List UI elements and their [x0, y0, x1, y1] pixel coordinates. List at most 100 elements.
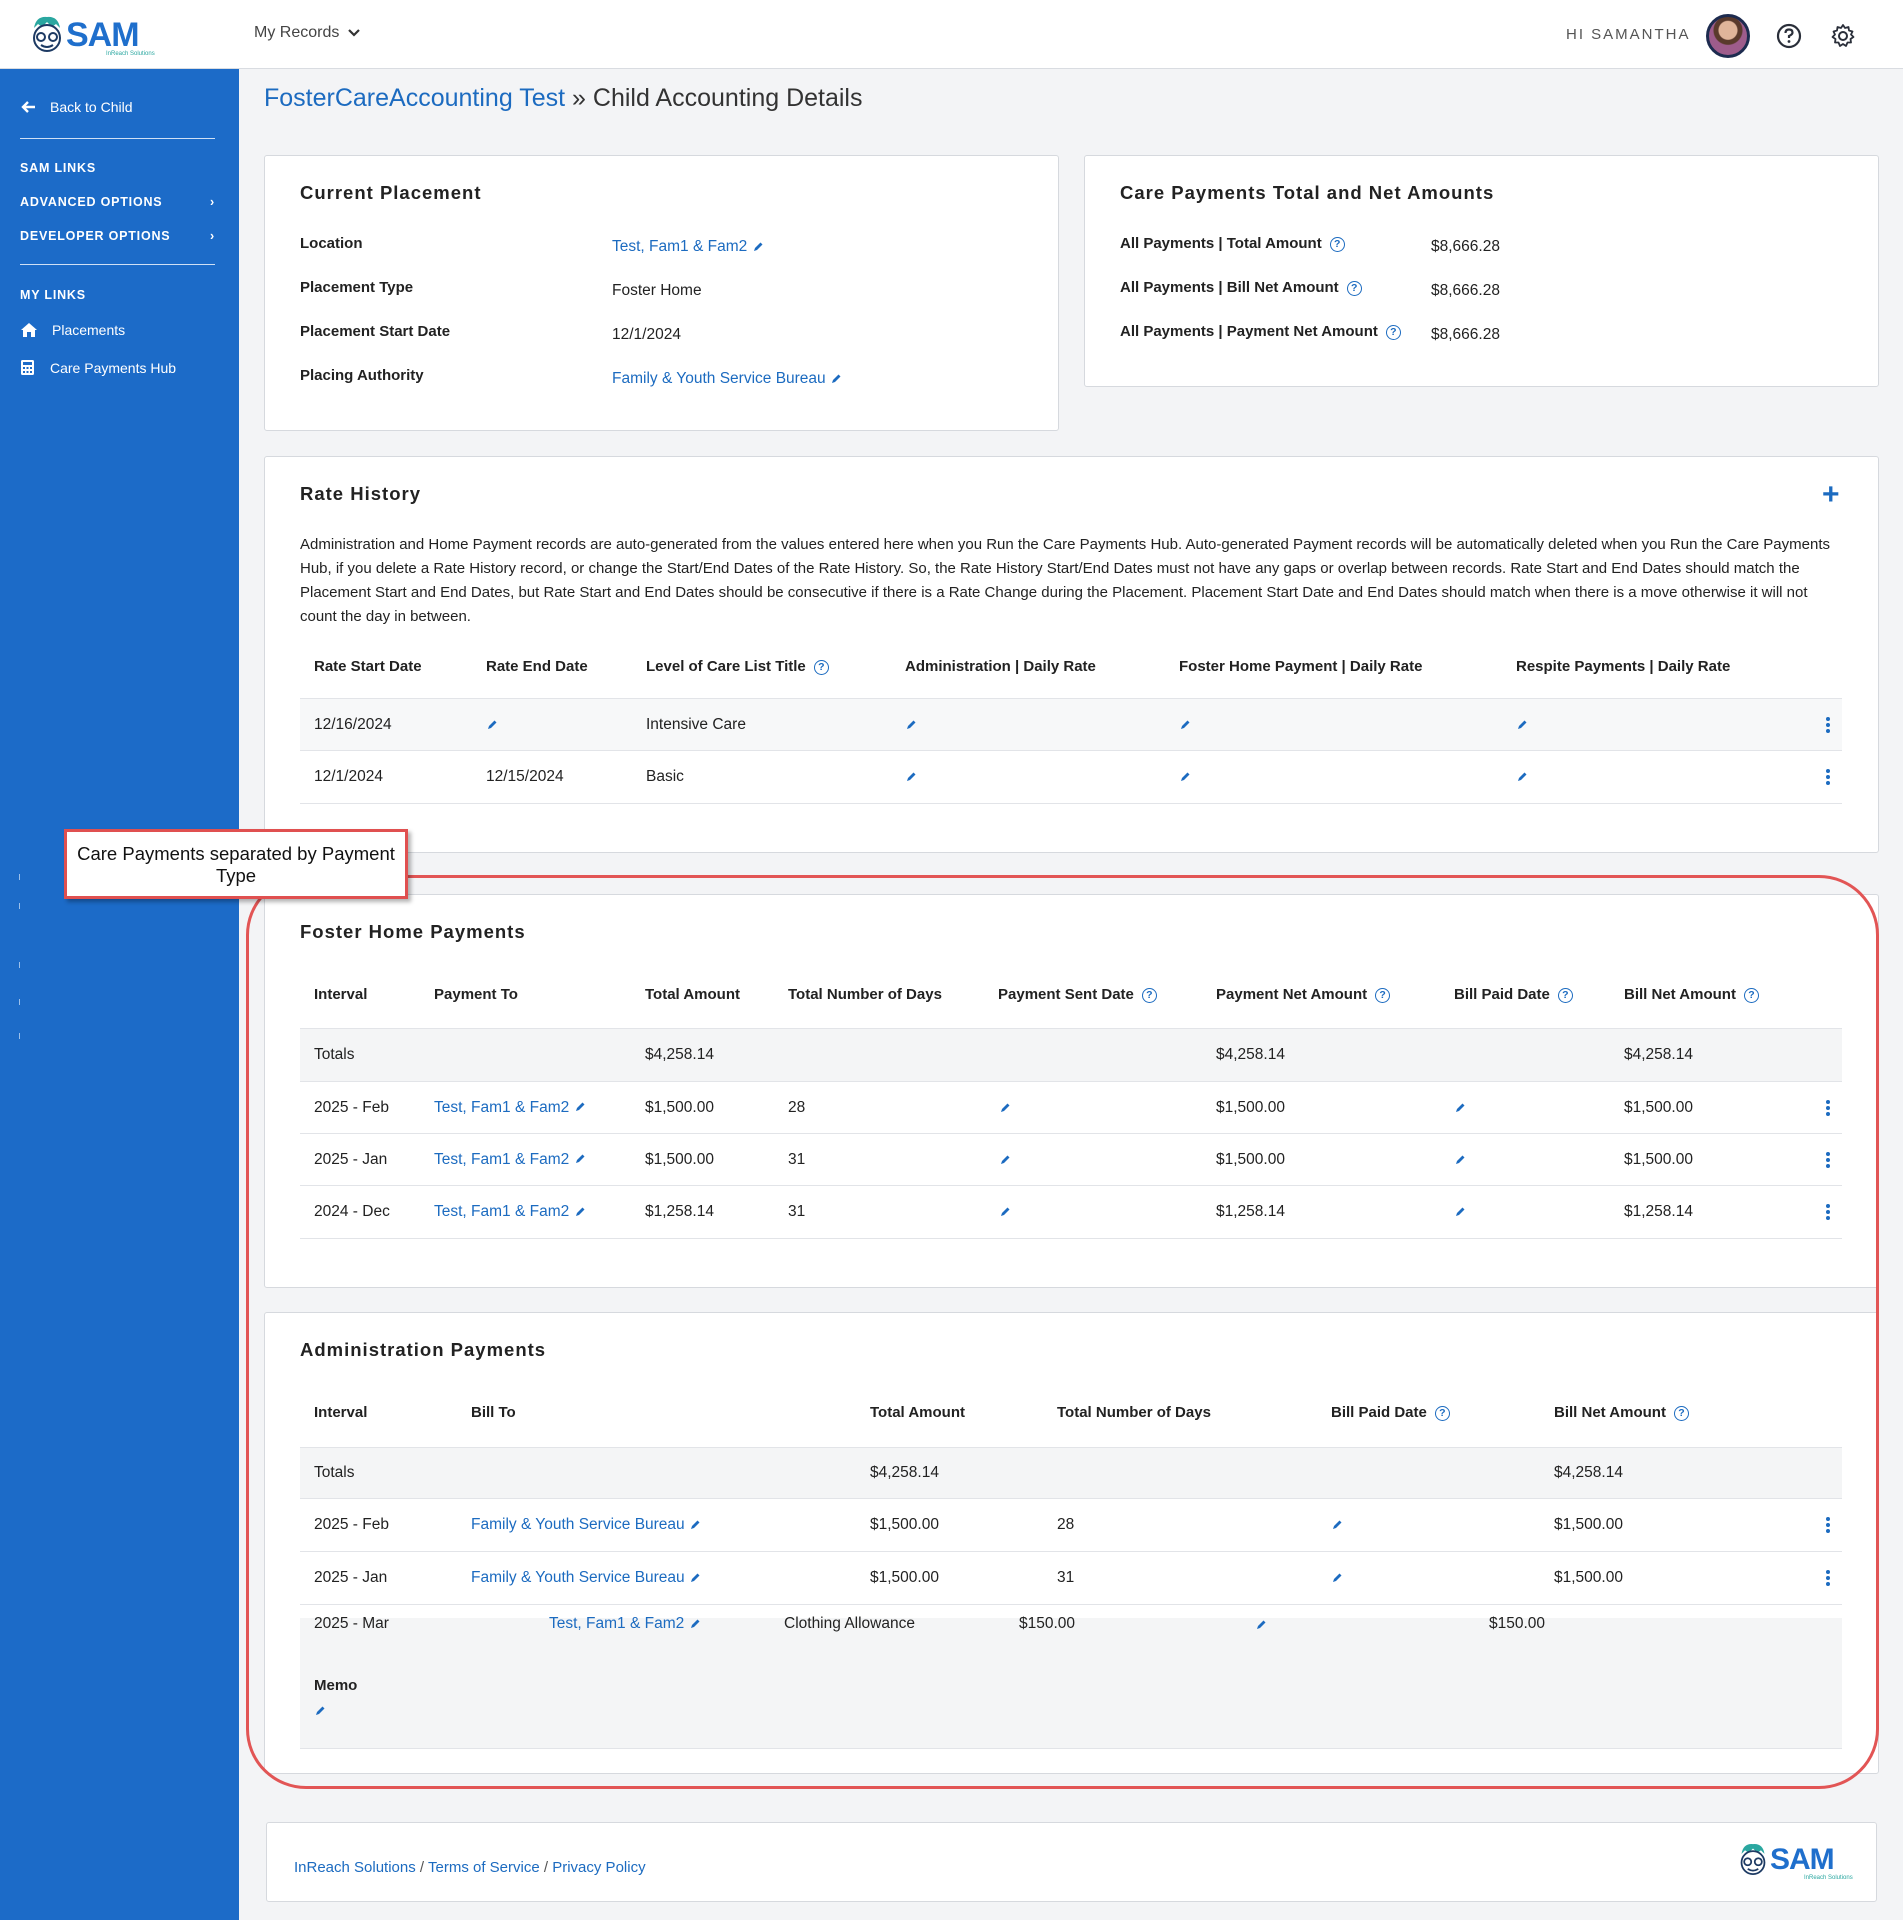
help-icon[interactable]: ?	[1743, 987, 1759, 1003]
back-to-child-link[interactable]: Back to Child	[20, 99, 132, 115]
pencil-icon[interactable]	[1179, 719, 1191, 731]
bill-net-amount-label: All Payments | Bill Net Amount?	[1120, 279, 1362, 296]
footer-links: InReach Solutions / Terms of Service / P…	[294, 1859, 646, 1876]
level-of-care: Intensive Care	[646, 715, 746, 733]
column-header: Total Number of Days	[788, 986, 942, 1003]
developer-options-toggle[interactable]: DEVELOPER OPTIONS ›	[20, 229, 215, 243]
location-link[interactable]: Test, Fam1 & Fam2	[612, 238, 747, 255]
help-icon[interactable]: ?	[1673, 1405, 1689, 1421]
table-row: 2025 - Jan Family & Youth Service Bureau…	[300, 1552, 1842, 1605]
sidebar-item-label: Placements	[52, 322, 126, 338]
pencil-icon[interactable]	[1454, 1206, 1466, 1218]
help-icon[interactable]: ?	[1375, 987, 1391, 1003]
help-icon[interactable]: ?	[1329, 236, 1345, 252]
pencil-icon[interactable]	[1331, 1572, 1343, 1584]
bill-net-amount-value: $8,666.28	[1431, 282, 1500, 299]
total-amount: $1,500.00	[870, 1569, 939, 1586]
pencil-icon[interactable]	[314, 1705, 326, 1717]
sam-logo[interactable]: SAM InReach Solutions	[30, 14, 155, 57]
bill-to: Family & Youth Service Bureau	[471, 1516, 701, 1534]
location-label: Location	[300, 235, 363, 252]
breadcrumb: FosterCareAccounting Test » Child Accoun…	[264, 84, 862, 113]
interval: 2025 - Mar	[314, 1615, 389, 1632]
placing-authority-link[interactable]: Family & Youth Service Bureau	[612, 370, 826, 387]
bill-to-link[interactable]: Test, Fam1 & Fam2	[549, 1615, 684, 1632]
bill-to-link[interactable]: Family & Youth Service Bureau	[471, 1569, 685, 1586]
payment-to-link[interactable]: Test, Fam1 & Fam2	[434, 1203, 569, 1220]
pencil-icon[interactable]	[689, 1572, 701, 1584]
table-row: 2025 - Feb Test, Fam1 & Fam2 $1,500.00 2…	[300, 1082, 1842, 1134]
pencil-icon[interactable]	[905, 771, 917, 783]
bill-to: Test, Fam1 & Fam2	[549, 1615, 701, 1633]
footer-logo: SAM InReach Solutions	[1738, 1841, 1853, 1881]
pencil-icon[interactable]	[689, 1519, 701, 1531]
total-amount: $1,500.00	[645, 1150, 714, 1168]
pencil-icon[interactable]	[574, 1153, 586, 1165]
pencil-icon[interactable]	[1179, 771, 1191, 783]
pencil-icon[interactable]	[689, 1618, 701, 1630]
gear-icon[interactable]	[1830, 23, 1856, 49]
column-header: Payment To	[434, 986, 518, 1003]
payment-to: Test, Fam1 & Fam2	[434, 1099, 586, 1117]
column-header: Bill To	[471, 1404, 516, 1421]
bill-net-amount: $1,258.14	[1624, 1203, 1693, 1220]
total-amount-value: $8,666.28	[1431, 238, 1500, 255]
kebab-menu-icon[interactable]	[1826, 1204, 1830, 1220]
placement-start-date-value: 12/1/2024	[612, 326, 681, 343]
pencil-icon[interactable]	[1516, 719, 1528, 731]
total-amount: $4,258.14	[870, 1464, 939, 1481]
kebab-menu-icon[interactable]	[1826, 1570, 1830, 1586]
pencil-icon[interactable]	[999, 1102, 1011, 1114]
bill-net-amount: $1,500.00	[1624, 1098, 1693, 1116]
advanced-options-toggle[interactable]: ADVANCED OPTIONS ›	[20, 195, 215, 209]
help-icon[interactable]: ?	[813, 659, 829, 675]
help-icon[interactable]: ?	[1141, 987, 1157, 1003]
pencil-icon[interactable]	[999, 1206, 1011, 1218]
pencil-icon[interactable]	[1454, 1154, 1466, 1166]
pencil-icon[interactable]	[574, 1101, 586, 1113]
avatar[interactable]	[1706, 14, 1750, 58]
breadcrumb-parent-link[interactable]: FosterCareAccounting Test	[264, 84, 565, 112]
sidebar-item-placements[interactable]: Placements	[20, 322, 125, 338]
pencil-icon[interactable]	[830, 373, 842, 385]
column-header: Bill Paid Date?	[1331, 1404, 1450, 1421]
pencil-icon[interactable]	[486, 719, 498, 731]
help-icon[interactable]: ?	[1434, 1405, 1450, 1421]
privacy-policy-link[interactable]: Privacy Policy	[552, 1859, 645, 1876]
pencil-icon[interactable]	[1255, 1619, 1267, 1631]
payment-net-amount: $1,500.00	[1216, 1098, 1285, 1116]
pencil-icon[interactable]	[1516, 771, 1528, 783]
payment-to-link[interactable]: Test, Fam1 & Fam2	[434, 1151, 569, 1168]
total-amount: $1,500.00	[870, 1516, 939, 1533]
inreach-solutions-link[interactable]: InReach Solutions	[294, 1859, 416, 1876]
payment-to-link[interactable]: Test, Fam1 & Fam2	[434, 1099, 569, 1116]
add-rate-button[interactable]: +	[1822, 480, 1840, 510]
pencil-icon[interactable]	[1454, 1102, 1466, 1114]
kebab-menu-icon[interactable]	[1826, 1099, 1830, 1116]
kebab-menu-icon[interactable]	[1826, 769, 1830, 785]
kebab-menu-icon[interactable]	[1826, 716, 1830, 733]
help-icon[interactable]: ?	[1557, 987, 1573, 1003]
my-records-dropdown[interactable]: My Records	[254, 24, 361, 42]
calculator-icon	[21, 360, 34, 375]
total-days: 28	[1057, 1516, 1075, 1533]
help-icon[interactable]: ?	[1385, 324, 1401, 340]
sidebar-divider	[19, 999, 20, 1005]
column-header: Bill Net Amount?	[1554, 1404, 1689, 1421]
pencil-icon[interactable]	[999, 1154, 1011, 1166]
pencil-icon[interactable]	[752, 241, 764, 253]
pencil-icon[interactable]	[905, 719, 917, 731]
kebab-menu-icon[interactable]	[1826, 1151, 1830, 1168]
column-header: Payment Net Amount?	[1216, 986, 1391, 1003]
bill-to-link[interactable]: Family & Youth Service Bureau	[471, 1516, 685, 1533]
pencil-icon[interactable]	[574, 1206, 586, 1218]
help-icon[interactable]: ?	[1346, 280, 1362, 296]
terms-of-service-link[interactable]: Terms of Service	[428, 1859, 540, 1876]
sidebar-divider	[19, 874, 20, 880]
placement-type-value: Foster Home	[612, 282, 702, 299]
help-icon[interactable]	[1776, 23, 1802, 49]
interval: 2025 - Feb	[314, 1098, 389, 1116]
kebab-menu-icon[interactable]	[1826, 1517, 1830, 1533]
pencil-icon[interactable]	[1331, 1519, 1343, 1531]
sidebar-item-care-payments-hub[interactable]: Care Payments Hub	[20, 359, 176, 376]
